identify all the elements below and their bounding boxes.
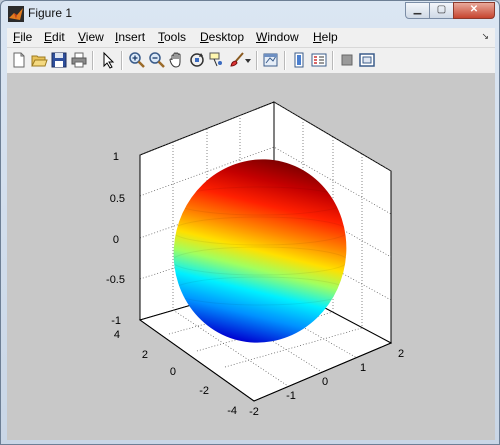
menu-file[interactable]: File bbox=[13, 30, 32, 44]
x-tick-label: 1 bbox=[360, 362, 366, 374]
title-bar[interactable]: Figure 1 ▁ ▢ ✕ bbox=[1, 1, 499, 27]
figure-toolbar bbox=[7, 48, 495, 74]
matlab-logo-icon bbox=[8, 6, 24, 22]
new-figure-icon[interactable] bbox=[10, 51, 28, 69]
toolbar-separator bbox=[92, 51, 94, 70]
maximize-button[interactable]: ▢ bbox=[429, 2, 454, 19]
z-tick-label: 0 bbox=[113, 234, 119, 246]
data-cursor-icon[interactable] bbox=[208, 51, 226, 69]
pan-hand-icon[interactable] bbox=[168, 51, 186, 69]
figure-canvas[interactable]: 1 0.5 0 -0.5 -1 4 2 0 -2 -4 -2 -1 0 1 2 bbox=[7, 74, 495, 440]
z-tick-label: -1 bbox=[111, 315, 121, 327]
y-tick-label: 2 bbox=[142, 349, 148, 361]
plot-axes-3d[interactable]: 1 0.5 0 -0.5 -1 4 2 0 -2 -4 -2 -1 0 1 2 bbox=[7, 74, 495, 440]
hide-plot-tools-icon[interactable] bbox=[338, 51, 356, 69]
figure-window: Figure 1 ▁ ▢ ✕ File Edit View Insert Too… bbox=[0, 0, 500, 445]
toolbar-separator bbox=[256, 51, 258, 70]
edit-plot-arrow-icon[interactable] bbox=[99, 51, 117, 69]
menu-desktop[interactable]: Desktop bbox=[200, 30, 244, 44]
y-tick-label: 0 bbox=[170, 366, 176, 378]
menu-bar: File Edit View Insert Tools Desktop Wind… bbox=[7, 28, 495, 48]
zoom-out-icon[interactable] bbox=[148, 51, 166, 69]
toolbar-separator bbox=[121, 51, 123, 70]
menu-tools[interactable]: Tools bbox=[158, 30, 186, 44]
zoom-in-icon[interactable] bbox=[128, 51, 146, 69]
window-title: Figure 1 bbox=[28, 6, 73, 20]
y-tick-label: -2 bbox=[199, 385, 209, 397]
x-tick-label: 2 bbox=[398, 348, 404, 360]
z-tick-labels: 1 0.5 0 -0.5 -1 bbox=[106, 151, 125, 327]
menu-view[interactable]: View bbox=[78, 30, 104, 44]
minimize-button[interactable]: ▁ bbox=[405, 2, 430, 19]
rotate-3d-icon[interactable] bbox=[188, 51, 206, 69]
menu-window[interactable]: Window bbox=[256, 30, 299, 44]
menu-edit[interactable]: Edit bbox=[44, 30, 65, 44]
x-tick-label: -1 bbox=[286, 390, 296, 402]
x-tick-label: 0 bbox=[322, 376, 328, 388]
insert-colorbar-icon[interactable] bbox=[290, 51, 308, 69]
close-button[interactable]: ✕ bbox=[453, 2, 495, 19]
show-plot-tools-icon[interactable] bbox=[358, 51, 376, 69]
link-plot-icon[interactable] bbox=[262, 51, 280, 69]
insert-legend-icon[interactable] bbox=[310, 51, 328, 69]
save-icon[interactable] bbox=[50, 51, 68, 69]
menu-overflow-arrow-icon[interactable]: ↘ bbox=[481, 31, 489, 42]
y-tick-label: -4 bbox=[227, 405, 237, 417]
y-tick-label: 4 bbox=[114, 329, 120, 341]
z-tick-label: -0.5 bbox=[106, 274, 125, 286]
menu-insert[interactable]: Insert bbox=[115, 30, 145, 44]
z-tick-label: 1 bbox=[113, 151, 119, 163]
brush-dropdown-icon[interactable] bbox=[244, 51, 252, 69]
toolbar-separator bbox=[284, 51, 286, 70]
open-file-icon[interactable] bbox=[30, 51, 48, 69]
toolbar-separator bbox=[332, 51, 334, 70]
print-icon[interactable] bbox=[70, 51, 88, 69]
z-tick-label: 0.5 bbox=[110, 193, 125, 205]
x-tick-label: -2 bbox=[249, 406, 259, 418]
menu-help[interactable]: Help bbox=[313, 30, 338, 44]
